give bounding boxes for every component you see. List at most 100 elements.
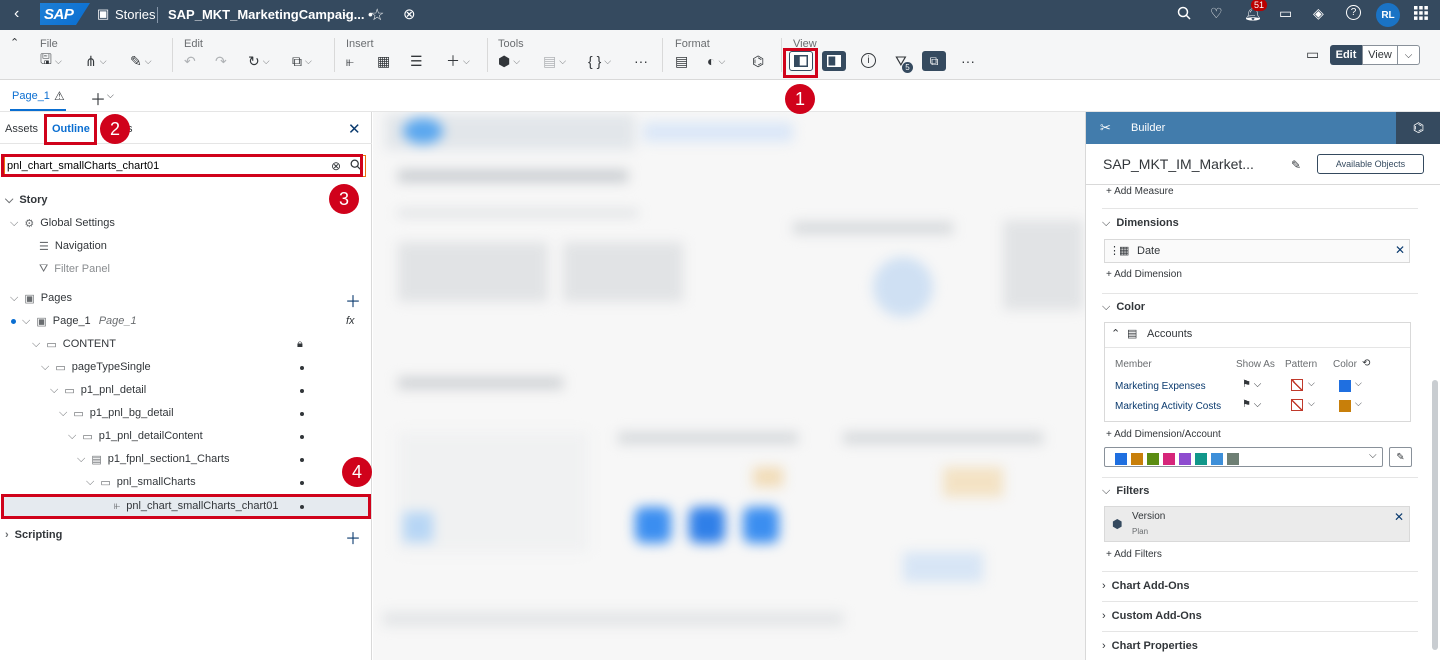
- pattern-chevron-icon[interactable]: ⌵: [1308, 398, 1315, 409]
- palette-dropdown[interactable]: ⌵: [1104, 447, 1383, 467]
- add-dimension-link[interactable]: + Add Dimension: [1106, 269, 1182, 280]
- product-switch-icon[interactable]: [1414, 6, 1428, 23]
- outline-search-input[interactable]: pnl_chart_smallCharts_chart01 ⊗: [4, 155, 366, 177]
- add-dimension-account-link[interactable]: + Add Dimension/Account: [1106, 429, 1221, 440]
- chart-properties-section-header[interactable]: › Chart Properties: [1102, 640, 1418, 652]
- member-color-swatch[interactable]: [1339, 380, 1351, 392]
- left-side-panel-toggle[interactable]: [789, 51, 813, 71]
- tree-node-p1-fpnl-section1-charts[interactable]: ⌵ ▤ p1_fpnl_section1_Charts: [77, 448, 229, 470]
- chevron-down-icon[interactable]: ⌵: [59, 407, 67, 420]
- refresh-icon[interactable]: ↻ ⌵: [248, 52, 270, 70]
- search-field-icon[interactable]: [350, 159, 361, 173]
- lightbulb-icon[interactable]: ♡: [1210, 5, 1223, 22]
- insert-input-control-icon[interactable]: ☰: [410, 52, 423, 70]
- tree-node-content[interactable]: ⌵ ▭ CONTENT: [32, 333, 116, 355]
- palette-chevron-icon[interactable]: ⌵: [1369, 450, 1377, 461]
- chevron-right-icon[interactable]: ›: [1102, 610, 1106, 622]
- save-icon[interactable]: 🖫︎ ⌵: [40, 51, 62, 70]
- tools-data-icon[interactable]: ▤ ⌵: [543, 52, 566, 70]
- chevron-down-icon[interactable]: ⌵: [1102, 217, 1110, 229]
- tree-node-pnl-chart-smallcharts-chart01[interactable]: ⫦ pnl_chart_smallCharts_chart01: [114, 495, 278, 517]
- chat-icon[interactable]: ▭: [1279, 5, 1292, 22]
- pattern-swatch[interactable]: [1291, 399, 1303, 411]
- info-icon[interactable]: i: [861, 53, 876, 68]
- search-icon[interactable]: [1177, 6, 1191, 23]
- pattern-swatch[interactable]: [1291, 379, 1303, 391]
- chevron-down-icon[interactable]: ⌵: [77, 453, 85, 466]
- chevron-down-icon[interactable]: ⌵: [1102, 485, 1110, 497]
- filters-section-header[interactable]: ⌵ Filters: [1102, 485, 1418, 498]
- chevron-up-icon[interactable]: ⌃: [1111, 327, 1120, 340]
- lock-icon[interactable]: 🔒︎: [297, 338, 303, 351]
- chevron-right-icon[interactable]: ›: [1102, 640, 1106, 652]
- tree-node-filter-panel[interactable]: ⛛ Filter Panel: [39, 258, 110, 280]
- mode-dropdown-chevron-icon[interactable]: ⌵: [1398, 45, 1420, 65]
- format-palette-icon[interactable]: ◐ ⌵: [707, 52, 725, 70]
- add-page-icon[interactable]: ＋: [90, 86, 106, 110]
- color-section-header[interactable]: ⌵ Color: [1102, 301, 1418, 314]
- add-script-plus-icon[interactable]: ＋: [345, 525, 361, 549]
- favorite-star-icon[interactable]: ☆: [370, 5, 384, 25]
- chevron-down-icon[interactable]: ⌵: [10, 217, 18, 230]
- clear-search-icon[interactable]: ⊗: [331, 159, 341, 173]
- tree-node-navigation[interactable]: ☰ Navigation: [39, 235, 107, 257]
- chevron-down-icon[interactable]: ⌵: [41, 361, 49, 374]
- undo-icon[interactable]: ↶: [184, 52, 196, 70]
- share-icon[interactable]: ⋔ ⌵: [85, 52, 107, 70]
- add-measure-link[interactable]: + Add Measure: [1106, 186, 1174, 197]
- discussion-icon[interactable]: ◈: [1313, 5, 1324, 22]
- chevron-down-icon[interactable]: ⌵: [5, 194, 13, 207]
- tab-outline[interactable]: Outline: [52, 123, 90, 135]
- remove-dimension-icon[interactable]: ✕: [1395, 243, 1405, 257]
- tree-node-p1-pnl-bg-detail[interactable]: ⌵ ▭ p1_pnl_bg_detail: [59, 402, 174, 424]
- tab-assets[interactable]: Assets: [5, 123, 38, 135]
- chart-addons-section-header[interactable]: › Chart Add-Ons: [1102, 580, 1418, 592]
- chevron-down-icon[interactable]: ⌵: [68, 430, 76, 443]
- color-chevron-icon[interactable]: ⌵: [1355, 398, 1362, 409]
- dimensions-section-header[interactable]: ⌵ Dimensions: [1102, 217, 1418, 230]
- chevron-down-icon[interactable]: ⌵: [22, 315, 30, 328]
- tree-node-pnl-smallcharts[interactable]: ⌵ ▭ pnl_smallCharts: [86, 471, 196, 493]
- pattern-chevron-icon[interactable]: ⌵: [1308, 378, 1315, 389]
- tree-node-page1[interactable]: ⌵ ▣ Page_1 Page_1: [22, 310, 137, 332]
- tree-node-global-settings[interactable]: ⌵ ⚙ Global Settings: [10, 212, 115, 234]
- chevron-right-icon[interactable]: ›: [5, 529, 9, 541]
- view-mode-button[interactable]: View: [1362, 45, 1398, 65]
- edit-model-icon[interactable]: ✎: [1291, 158, 1301, 172]
- user-avatar[interactable]: RL: [1376, 3, 1400, 27]
- view-mode-icon[interactable]: ⧉: [922, 51, 946, 71]
- tree-node-pagetypesingle[interactable]: ⌵ ▭ pageTypeSingle: [41, 356, 151, 378]
- insert-table-icon[interactable]: ▦: [377, 52, 390, 70]
- story-canvas[interactable]: [373, 112, 1085, 660]
- more-tools-icon[interactable]: ···: [634, 52, 648, 70]
- show-as-bar-icon[interactable]: ⚑ ⌵: [1242, 399, 1261, 410]
- styling-panel-icon[interactable]: ⌬: [1396, 112, 1440, 144]
- builder-scrollbar[interactable]: [1432, 380, 1438, 650]
- remove-filter-icon[interactable]: ✕: [1394, 510, 1404, 524]
- insert-chart-icon[interactable]: ⫦: [346, 52, 354, 70]
- device-preview-icon[interactable]: ▭: [1306, 45, 1319, 63]
- chevron-down-icon[interactable]: ⌵: [1102, 301, 1110, 313]
- tree-node-scripting[interactable]: › Scripting: [5, 524, 62, 546]
- tools-cube-icon[interactable]: ⬢ ⌵: [498, 52, 520, 70]
- help-icon[interactable]: ?: [1346, 5, 1361, 20]
- format-styling-icon[interactable]: ▤: [675, 52, 688, 70]
- chevron-right-icon[interactable]: ›: [1102, 580, 1106, 592]
- back-icon[interactable]: ‹: [14, 5, 19, 23]
- model-name[interactable]: SAP_MKT_IM_Market...: [1103, 156, 1254, 172]
- collapse-toolbar-icon[interactable]: ⌃: [10, 36, 19, 49]
- script-braces-icon[interactable]: { } ⌵: [588, 52, 611, 70]
- title-chevron-down-icon[interactable]: ⌵: [342, 8, 350, 19]
- show-as-bar-icon[interactable]: ⚑ ⌵: [1242, 379, 1261, 390]
- tools-wrench-icon[interactable]: ✎ ⌵: [130, 52, 152, 70]
- custom-addons-section-header[interactable]: › Custom Add-Ons: [1102, 610, 1418, 622]
- fx-icon[interactable]: fx: [346, 315, 355, 327]
- tree-node-p1-pnl-detailcontent[interactable]: ⌵ ▭ p1_pnl_detailContent: [68, 425, 203, 447]
- chevron-down-icon[interactable]: ⌵: [10, 292, 18, 305]
- chevron-down-icon[interactable]: ⌵: [32, 338, 40, 351]
- reset-colors-icon[interactable]: ⟲: [1362, 358, 1370, 369]
- chevron-down-icon[interactable]: ⌵: [50, 384, 58, 397]
- right-side-panel-toggle[interactable]: [822, 51, 846, 71]
- format-paint-icon[interactable]: ⌬: [752, 52, 764, 70]
- dimension-token-date[interactable]: ⋮ ▦ Date ✕: [1104, 239, 1410, 263]
